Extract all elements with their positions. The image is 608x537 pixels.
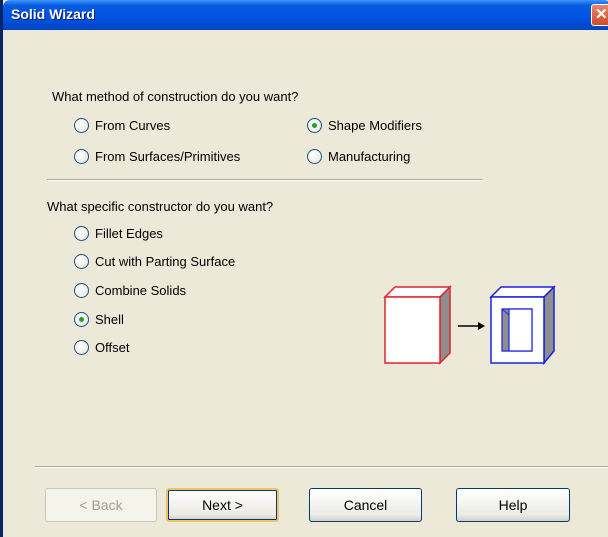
cancel-button[interactable]: Cancel <box>309 488 422 522</box>
radio-offset[interactable]: Offset <box>74 339 129 357</box>
constructor-question: What specific constructor do you want? <box>47 199 274 214</box>
solid-wizard-dialog: Solid Wizard ✕ What method of constructi… <box>0 0 608 537</box>
method-question: What method of construction do you want? <box>52 89 299 104</box>
solid-box-icon <box>383 285 452 365</box>
radio-shell[interactable]: Shell <box>74 311 124 329</box>
radio-label: Fillet Edges <box>95 226 163 241</box>
radio-from-curves[interactable]: From Curves <box>74 117 170 135</box>
radio-button-icon <box>74 254 89 269</box>
close-button[interactable]: ✕ <box>591 4 608 26</box>
radio-button-icon <box>74 149 89 164</box>
radio-button-icon <box>74 340 89 355</box>
arrow-right-icon <box>458 322 485 330</box>
radio-label: Shell <box>95 312 124 327</box>
radio-cut-with-parting-surface[interactable]: Cut with Parting Surface <box>74 253 235 271</box>
help-button[interactable]: Help <box>456 488 570 522</box>
radio-combine-solids[interactable]: Combine Solids <box>74 282 186 300</box>
radio-button-icon <box>74 118 89 133</box>
footer-divider <box>35 466 608 468</box>
section-divider <box>47 179 483 181</box>
radio-label: Combine Solids <box>95 283 187 298</box>
radio-fillet-edges[interactable]: Fillet Edges <box>74 225 163 243</box>
shell-illustration <box>383 285 556 366</box>
radio-from-surfaces-primitives[interactable]: From Surfaces/Primitives <box>74 148 240 166</box>
radio-button-icon <box>74 226 89 241</box>
radio-button-icon <box>74 283 89 298</box>
radio-button-icon <box>307 149 322 164</box>
back-button[interactable]: < Back <box>45 488 157 522</box>
radio-label: Shape Modifiers <box>328 118 422 133</box>
title-bar[interactable]: Solid Wizard ✕ <box>3 0 608 30</box>
radio-manufacturing[interactable]: Manufacturing <box>307 148 410 166</box>
radio-label: Manufacturing <box>328 149 411 164</box>
shell-box-icon <box>489 285 556 366</box>
next-button[interactable]: Next > <box>166 488 279 522</box>
radio-label: Cut with Parting Surface <box>95 254 236 269</box>
radio-label: Offset <box>95 340 130 355</box>
radio-button-checked-icon <box>74 312 89 327</box>
close-icon: ✕ <box>595 6 608 23</box>
window-title: Solid Wizard <box>11 6 95 22</box>
radio-label: From Curves <box>95 118 171 133</box>
radio-shape-modifiers[interactable]: Shape Modifiers <box>307 117 422 135</box>
radio-label: From Surfaces/Primitives <box>95 149 241 164</box>
radio-button-checked-icon <box>307 118 322 133</box>
